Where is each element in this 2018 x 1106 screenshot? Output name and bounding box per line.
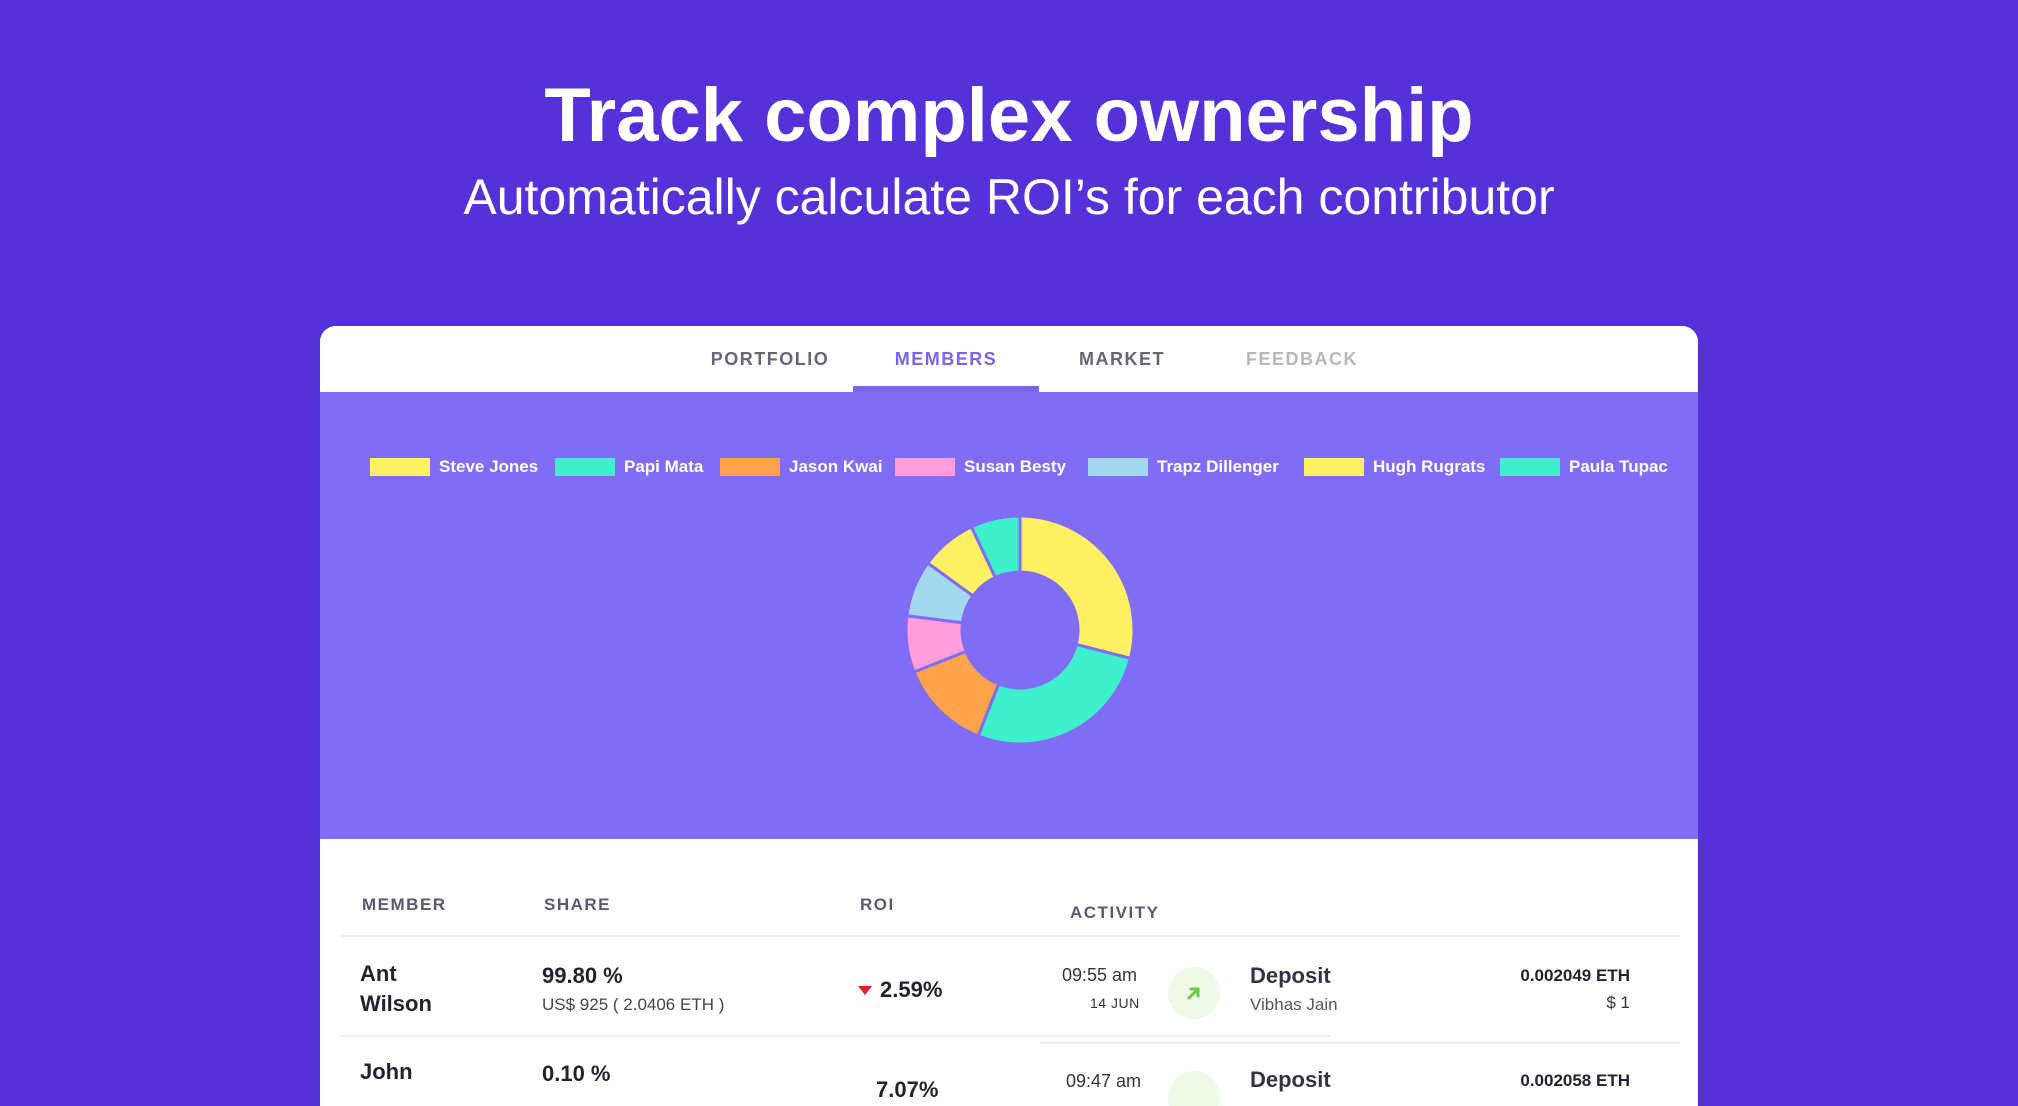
member-roi-value: 7.07%: [876, 1077, 939, 1102]
activity-amount: 0.002049 ETH: [1520, 966, 1630, 985]
member-share-percent: 0.10 %: [542, 1061, 611, 1086]
arrow-up-right-icon: [1168, 1071, 1220, 1106]
member-first-name: John: [360, 1059, 413, 1084]
divider: [340, 1035, 1330, 1037]
tab-portfolio[interactable]: PORTFOLIO: [670, 326, 870, 392]
dashboard-card: PORTFOLIO MEMBERS MARKET FEEDBACK Steve …: [320, 326, 1698, 1106]
member-share-detail: US$ 925 ( 2.0406 ETH ): [542, 995, 725, 1014]
tab-market[interactable]: MARKET: [1022, 326, 1222, 392]
tab-feedback[interactable]: FEEDBACK: [1202, 326, 1402, 392]
tab-members[interactable]: MEMBERS: [853, 326, 1039, 392]
activity-title[interactable]: Deposit: [1250, 963, 1331, 989]
member-first-name: Ant: [360, 961, 397, 986]
member-last-name: Wilson: [360, 991, 432, 1016]
activity-usd: $ 1: [1606, 993, 1630, 1012]
donut-slice[interactable]: [976, 642, 1133, 746]
donut-slice[interactable]: [1018, 514, 1136, 661]
activity-user: Vibhas Jain: [1250, 995, 1338, 1014]
hero-title: Track complex ownership: [544, 73, 1474, 158]
column-header-share: SHARE: [544, 895, 612, 914]
activity-header: ACTIVITY: [1070, 903, 1160, 922]
ownership-chart-panel: Steve Jones Papi Mata Jason Kwai Susan B…: [320, 392, 1698, 839]
tab-bar: PORTFOLIO MEMBERS MARKET FEEDBACK: [320, 326, 1698, 392]
activity-title[interactable]: Deposit: [1250, 1067, 1331, 1093]
member-roi: 2.59%: [858, 977, 942, 1003]
roi-down-icon: [858, 985, 872, 995]
column-header-roi: ROI: [860, 895, 895, 914]
activity-date: 14 JUN: [1090, 995, 1140, 1011]
hero-subtitle: Automatically calculate ROI’s for each c…: [463, 169, 1555, 225]
activity-amount: 0.002058 ETH: [1520, 1071, 1630, 1090]
arrow-up-right-icon: [1168, 967, 1220, 1019]
member-share-percent: 99.80 %: [542, 963, 623, 988]
divider: [1040, 935, 1680, 937]
divider: [1040, 1042, 1680, 1044]
activity-time: 09:55 am: [1062, 965, 1138, 985]
details-section: MEMBER SHARE ROI Ant Wilson 99.80 % US$ …: [320, 839, 1698, 1106]
column-header-member: MEMBER: [362, 895, 447, 914]
ownership-donut-chart: [904, 514, 1136, 746]
member-roi-value: 2.59%: [880, 977, 943, 1002]
